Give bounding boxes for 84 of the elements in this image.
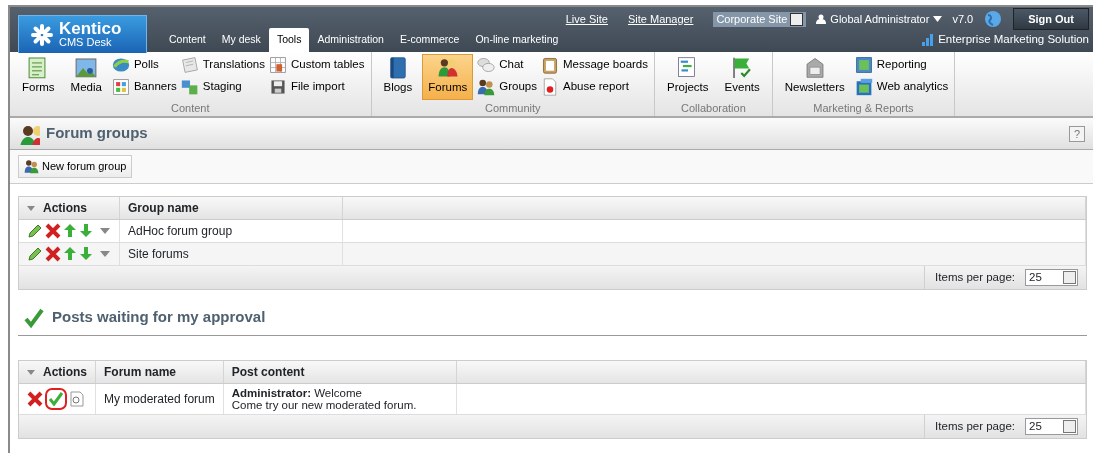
nav-tab[interactable]: Content bbox=[161, 28, 214, 52]
ribbon-button[interactable]: Chat bbox=[477, 56, 537, 74]
new-forum-group-button[interactable]: New forum group bbox=[18, 155, 133, 178]
document-icon bbox=[541, 78, 559, 96]
paper-icon bbox=[180, 56, 199, 74]
nav-tab[interactable]: E-commerce bbox=[391, 28, 468, 52]
speech-bubbles-icon bbox=[477, 56, 496, 74]
edit-icon bbox=[27, 223, 43, 239]
globe-icon bbox=[983, 9, 1004, 29]
column-header[interactable]: Post content bbox=[223, 361, 457, 384]
section-title: Posts waiting for my approval bbox=[52, 307, 266, 328]
nav-tab[interactable]: My desk bbox=[213, 28, 269, 52]
delete-icon bbox=[45, 223, 61, 239]
ribbon-button[interactable]: Polls bbox=[111, 56, 177, 74]
column-header[interactable]: Group name bbox=[119, 197, 343, 220]
table-cell: AdHoc forum group bbox=[119, 219, 343, 243]
nav-tab[interactable]: On-line marketing bbox=[467, 28, 567, 52]
bars-icon bbox=[921, 32, 936, 47]
nav-tab[interactable]: Tools bbox=[268, 28, 310, 52]
group-label: Marketing & Reports bbox=[812, 101, 915, 116]
ribbon-button[interactable]: Blogs bbox=[377, 54, 419, 100]
caret-icon bbox=[933, 16, 943, 22]
group-label: Community bbox=[483, 101, 542, 116]
picture-icon bbox=[854, 56, 873, 74]
version-label: v7.0 bbox=[952, 11, 974, 27]
checkmark-icon bbox=[24, 307, 44, 328]
group-label: Content bbox=[170, 101, 211, 116]
edition-label: Enterprise Marketing Solution bbox=[938, 32, 1089, 47]
group-label: Collaboration bbox=[679, 101, 747, 116]
people-icon bbox=[477, 78, 496, 96]
post-heading: Administrator: Welcome bbox=[231, 387, 363, 399]
snowflake-icon bbox=[31, 23, 53, 46]
clipboard-icon bbox=[541, 56, 559, 74]
ellipse-icon bbox=[111, 56, 130, 74]
delete-icon bbox=[45, 246, 61, 262]
ribbon-button[interactable]: Projects bbox=[661, 54, 715, 100]
table-cell: Site forums bbox=[119, 242, 343, 266]
picture-icon bbox=[854, 78, 873, 96]
ribbon-button[interactable]: Forms bbox=[16, 54, 61, 100]
nav-link[interactable]: Site Manager bbox=[627, 10, 694, 28]
floppy-icon bbox=[269, 78, 287, 96]
arrow-down-icon bbox=[79, 246, 93, 262]
table-icon bbox=[269, 56, 287, 74]
sign-out-button[interactable]: Sign Out bbox=[1013, 7, 1089, 31]
table-cell: My moderated forum bbox=[95, 383, 224, 415]
ribbon-button[interactable]: Abuse report bbox=[541, 78, 648, 96]
ribbon-button[interactable]: Groups bbox=[477, 78, 537, 96]
nav-tab[interactable]: Administration bbox=[309, 28, 392, 52]
ribbon-button[interactable]: Reporting bbox=[854, 56, 949, 74]
monitors-icon bbox=[180, 78, 199, 96]
post-text: Come try our new moderated forum. bbox=[231, 399, 417, 411]
nav-link[interactable]: Live Site bbox=[565, 10, 608, 28]
sort-caret-icon bbox=[27, 205, 35, 211]
user-menu[interactable]: Global Administrator bbox=[830, 10, 930, 28]
ribbon-button[interactable]: Web analytics bbox=[854, 78, 949, 96]
ribbon-button[interactable]: File import bbox=[269, 78, 365, 96]
ribbon-button[interactable]: Forums bbox=[422, 54, 474, 100]
page-size-select[interactable]: 25 bbox=[1025, 269, 1078, 286]
column-header[interactable]: Forum name bbox=[95, 361, 224, 384]
ribbon-button[interactable]: Events bbox=[718, 54, 766, 100]
grid-icon bbox=[111, 78, 130, 96]
ribbon-button[interactable]: Newsletters bbox=[778, 54, 851, 100]
ribbon-button[interactable]: Custom tables bbox=[269, 56, 365, 74]
page-title: Forum groups bbox=[46, 123, 148, 144]
logo-text: Kentico bbox=[59, 21, 122, 37]
ribbon-button[interactable]: Banners bbox=[111, 78, 177, 96]
ribbon-button[interactable]: Media bbox=[64, 54, 108, 100]
ribbon-button[interactable]: Translations bbox=[180, 56, 265, 74]
arrow-down-icon bbox=[79, 223, 93, 239]
caret-icon bbox=[99, 250, 111, 258]
sort-caret-icon bbox=[27, 369, 35, 375]
reject-icon[interactable] bbox=[27, 391, 43, 407]
arrow-up-icon bbox=[63, 246, 77, 262]
page-size-select[interactable]: 25 bbox=[1025, 418, 1078, 435]
ribbon-button[interactable]: Staging bbox=[180, 78, 265, 96]
logo-subtitle: CMS Desk bbox=[59, 37, 113, 48]
people-icon bbox=[24, 159, 39, 174]
edit-icon bbox=[27, 246, 43, 262]
ribbon-button[interactable]: Message boards bbox=[541, 56, 648, 74]
caret-icon bbox=[99, 227, 111, 235]
preview-icon[interactable] bbox=[69, 391, 85, 407]
user-icon bbox=[816, 14, 827, 24]
help-button[interactable]: ? bbox=[1069, 125, 1085, 142]
arrow-up-icon bbox=[63, 223, 77, 239]
